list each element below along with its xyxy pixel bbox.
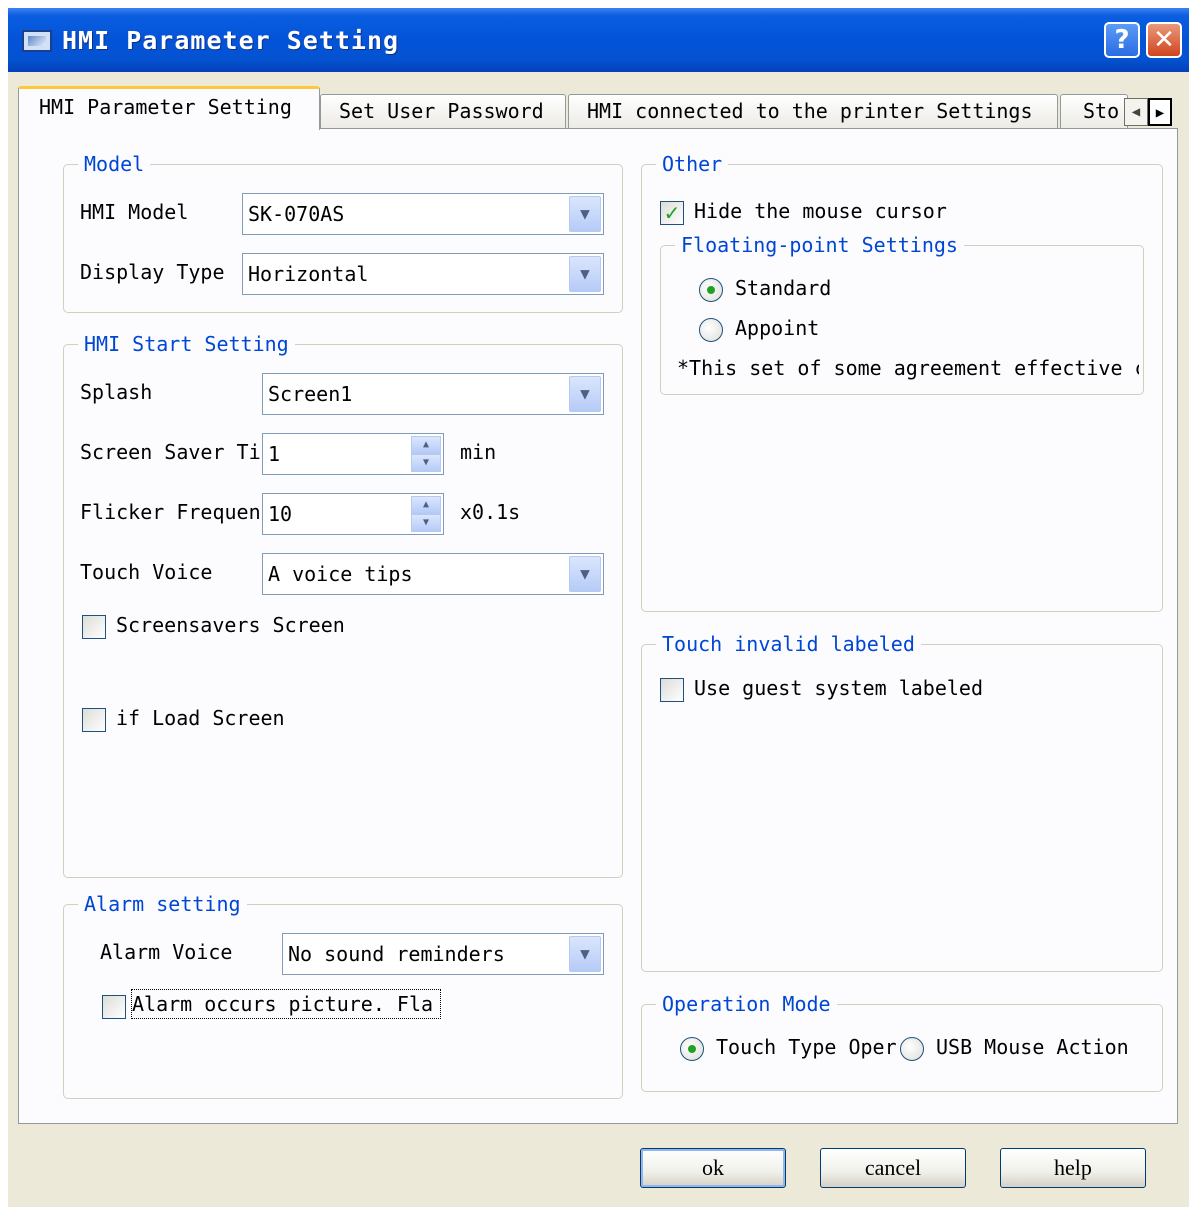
spin-down-icon[interactable]: ▼ — [411, 514, 441, 532]
alarm-occurs-checkbox[interactable] — [102, 995, 126, 1019]
chevron-down-icon[interactable]: ▼ — [569, 376, 601, 412]
chevron-down-icon[interactable]: ▼ — [569, 256, 601, 292]
display-type-select[interactable]: Horizontal ▼ — [242, 253, 604, 295]
touch-voice-label: Touch Voice — [80, 560, 213, 584]
flicker-spinbox[interactable]: 10 ▲ ▼ — [262, 493, 444, 535]
title-bar[interactable]: HMI Parameter Setting ? ✕ — [8, 8, 1189, 72]
help-button[interactable]: help — [1000, 1148, 1146, 1188]
window-title: HMI Parameter Setting — [62, 26, 400, 55]
tab-storage[interactable]: Sto — [1060, 94, 1128, 128]
flicker-label: Flicker Frequen — [80, 500, 261, 524]
touch-type-radio[interactable] — [680, 1037, 704, 1061]
hmi-model-value: SK-070AS — [248, 202, 345, 226]
chevron-down-icon[interactable]: ▼ — [569, 936, 601, 972]
floating-point-legend: Floating-point Settings — [675, 231, 964, 259]
operation-mode-legend: Operation Mode — [656, 990, 837, 1018]
guest-labeled-label: Use guest system labeled — [694, 676, 983, 700]
tab-panel: Model HMI Model SK-070AS ▼ Display Type … — [18, 128, 1178, 1124]
cancel-button[interactable]: cancel — [820, 1148, 966, 1188]
standard-label: Standard — [735, 276, 832, 300]
tab-strip: HMI Parameter Setting Set User Password … — [8, 84, 1189, 130]
screensavers-label: Screensavers Screen — [116, 613, 345, 637]
spin-up-icon[interactable]: ▲ — [411, 436, 441, 454]
screen-saver-label: Screen Saver Ti — [80, 440, 261, 464]
hide-cursor-checkbox[interactable]: ✓ — [660, 201, 684, 225]
operation-mode-group: Operation Mode Touch Type Oper USB Mouse… — [641, 990, 1163, 1092]
touch-type-label: Touch Type Oper — [716, 1035, 897, 1059]
touch-invalid-group: Touch invalid labeled Use guest system l… — [641, 630, 1163, 972]
usb-mouse-label: USB Mouse Action — [936, 1035, 1129, 1059]
alarm-legend: Alarm setting — [78, 890, 247, 918]
alarm-voice-select[interactable]: No sound reminders ▼ — [282, 933, 604, 975]
other-legend: Other — [656, 150, 729, 178]
usb-mouse-radio[interactable] — [900, 1037, 924, 1061]
tab-hmi-parameter-setting[interactable]: HMI Parameter Setting — [18, 86, 320, 130]
ok-button[interactable]: ok — [640, 1148, 786, 1188]
model-group: Model HMI Model SK-070AS ▼ Display Type … — [63, 150, 623, 313]
splash-select[interactable]: Screen1 ▼ — [262, 373, 604, 415]
standard-radio[interactable] — [699, 278, 723, 302]
hmi-start-group: HMI Start Setting Splash Screen1 ▼ Scree… — [63, 330, 623, 878]
load-screen-label: if Load Screen — [116, 706, 285, 730]
model-legend: Model — [78, 150, 151, 178]
hmi-model-select[interactable]: SK-070AS ▼ — [242, 193, 604, 235]
other-group: Other ✓ Hide the mouse cursor Floating-p… — [641, 150, 1163, 612]
splash-label: Splash — [80, 380, 153, 404]
flicker-unit: x0.1s — [460, 500, 521, 524]
floating-point-group: Floating-point Settings Standard Appoint… — [660, 231, 1144, 395]
appoint-label: Appoint — [735, 316, 820, 340]
alarm-voice-label: Alarm Voice — [100, 940, 233, 964]
spin-down-icon[interactable]: ▼ — [411, 454, 441, 472]
touch-voice-value: A voice tips — [268, 562, 413, 586]
screensavers-checkbox[interactable] — [82, 615, 106, 639]
tab-printer-settings[interactable]: HMI connected to the printer Settings — [568, 94, 1058, 128]
screen-saver-unit: min — [460, 440, 497, 464]
screen-saver-spinbox[interactable]: 1 ▲ ▼ — [262, 433, 444, 475]
alarm-voice-value: No sound reminders — [288, 942, 505, 966]
hmi-model-label: HMI Model — [80, 200, 189, 224]
load-screen-checkbox[interactable] — [82, 708, 106, 732]
screen-saver-value: 1 — [268, 442, 281, 466]
chevron-down-icon[interactable]: ▼ — [569, 556, 601, 592]
floating-point-note: *This set of some agreement effective c — [677, 356, 1139, 380]
chevron-down-icon[interactable]: ▼ — [569, 196, 601, 232]
touch-invalid-legend: Touch invalid labeled — [656, 630, 921, 658]
appoint-radio[interactable] — [699, 318, 723, 342]
spin-up-icon[interactable]: ▲ — [411, 496, 441, 514]
alarm-group: Alarm setting Alarm Voice No sound remin… — [63, 890, 623, 1099]
guest-labeled-checkbox[interactable] — [660, 678, 684, 702]
app-icon — [22, 30, 52, 52]
close-button[interactable]: ✕ — [1146, 22, 1182, 58]
splash-value: Screen1 — [268, 382, 353, 406]
hmi-start-legend: HMI Start Setting — [78, 330, 295, 358]
tab-scroll-left-icon[interactable]: ◀ — [1124, 98, 1148, 126]
title-help-button[interactable]: ? — [1104, 22, 1140, 58]
display-type-value: Horizontal — [248, 262, 369, 286]
tab-set-user-password[interactable]: Set User Password — [320, 94, 566, 128]
touch-voice-select[interactable]: A voice tips ▼ — [262, 553, 604, 595]
hide-cursor-label: Hide the mouse cursor — [694, 199, 947, 223]
alarm-occurs-label: Alarm occurs picture. Fla — [131, 989, 441, 1019]
flicker-value: 10 — [268, 502, 293, 526]
display-type-label: Display Type — [80, 260, 225, 284]
dialog-window: HMI Parameter Setting ? ✕ HMI Parameter … — [8, 8, 1189, 1207]
tab-scroll-right-icon[interactable]: ▶ — [1148, 98, 1172, 126]
